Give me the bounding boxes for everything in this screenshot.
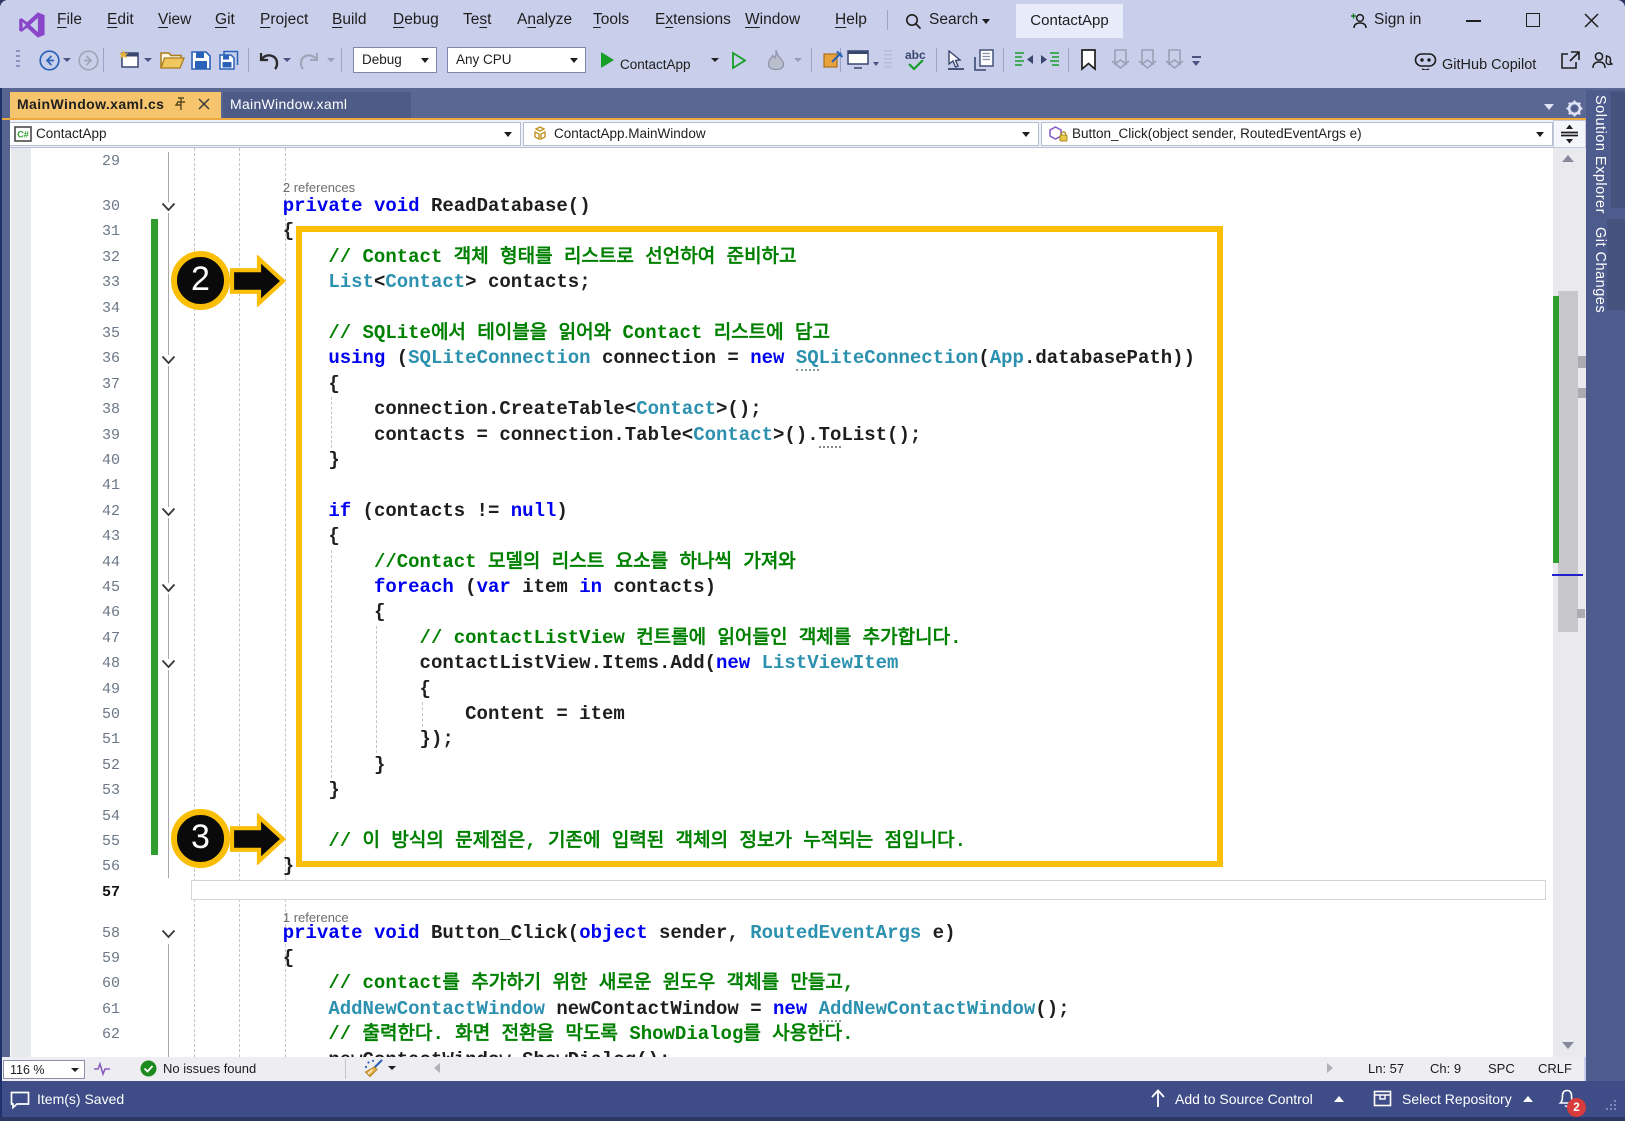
svg-text:C#: C# xyxy=(17,130,29,140)
